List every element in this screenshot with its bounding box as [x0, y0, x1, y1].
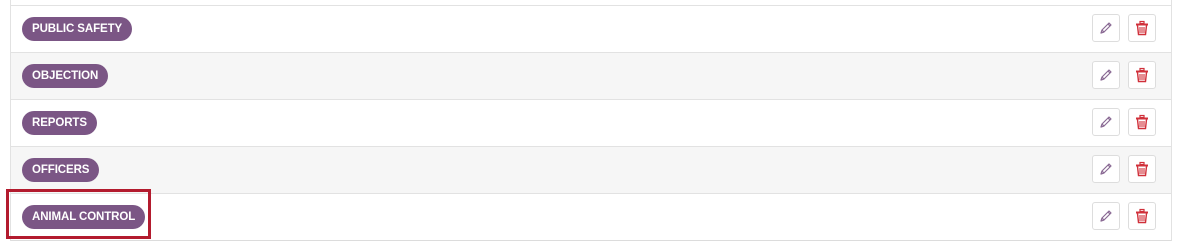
category-tag-objection[interactable]: OBJECTION — [22, 64, 109, 88]
table-row: OFFICERS — [11, 146, 1171, 193]
trash-icon — [1136, 208, 1148, 224]
category-tag-reports[interactable]: REPORTS — [22, 111, 97, 135]
edit-button[interactable] — [1092, 61, 1120, 89]
pencil-icon — [1100, 116, 1112, 128]
edit-button[interactable] — [1092, 155, 1120, 183]
table-row: ANIMAL CONTROL — [11, 193, 1171, 240]
category-table: PUBLIC SAFETY OBJECTION REPORTS OFFICERS… — [10, 0, 1172, 241]
edit-button[interactable] — [1092, 14, 1120, 42]
pencil-icon — [1100, 163, 1112, 175]
table-row: PUBLIC SAFETY — [11, 5, 1171, 52]
pencil-icon — [1100, 22, 1112, 34]
category-tag-public-safety[interactable]: PUBLIC SAFETY — [22, 17, 133, 41]
table-row: REPORTS — [11, 99, 1171, 146]
edit-button[interactable] — [1092, 202, 1120, 230]
delete-button[interactable] — [1128, 14, 1156, 42]
delete-button[interactable] — [1128, 108, 1156, 136]
trash-icon — [1136, 161, 1148, 177]
delete-button[interactable] — [1128, 155, 1156, 183]
category-tag-animal-control[interactable]: ANIMAL CONTROL — [22, 205, 146, 229]
trash-icon — [1136, 114, 1148, 130]
delete-button[interactable] — [1128, 202, 1156, 230]
trash-icon — [1136, 20, 1148, 36]
table-row: OBJECTION — [11, 52, 1171, 99]
category-tag-officers[interactable]: OFFICERS — [22, 158, 100, 182]
edit-button[interactable] — [1092, 108, 1120, 136]
pencil-icon — [1100, 69, 1112, 81]
pencil-icon — [1100, 210, 1112, 222]
trash-icon — [1136, 67, 1148, 83]
delete-button[interactable] — [1128, 61, 1156, 89]
